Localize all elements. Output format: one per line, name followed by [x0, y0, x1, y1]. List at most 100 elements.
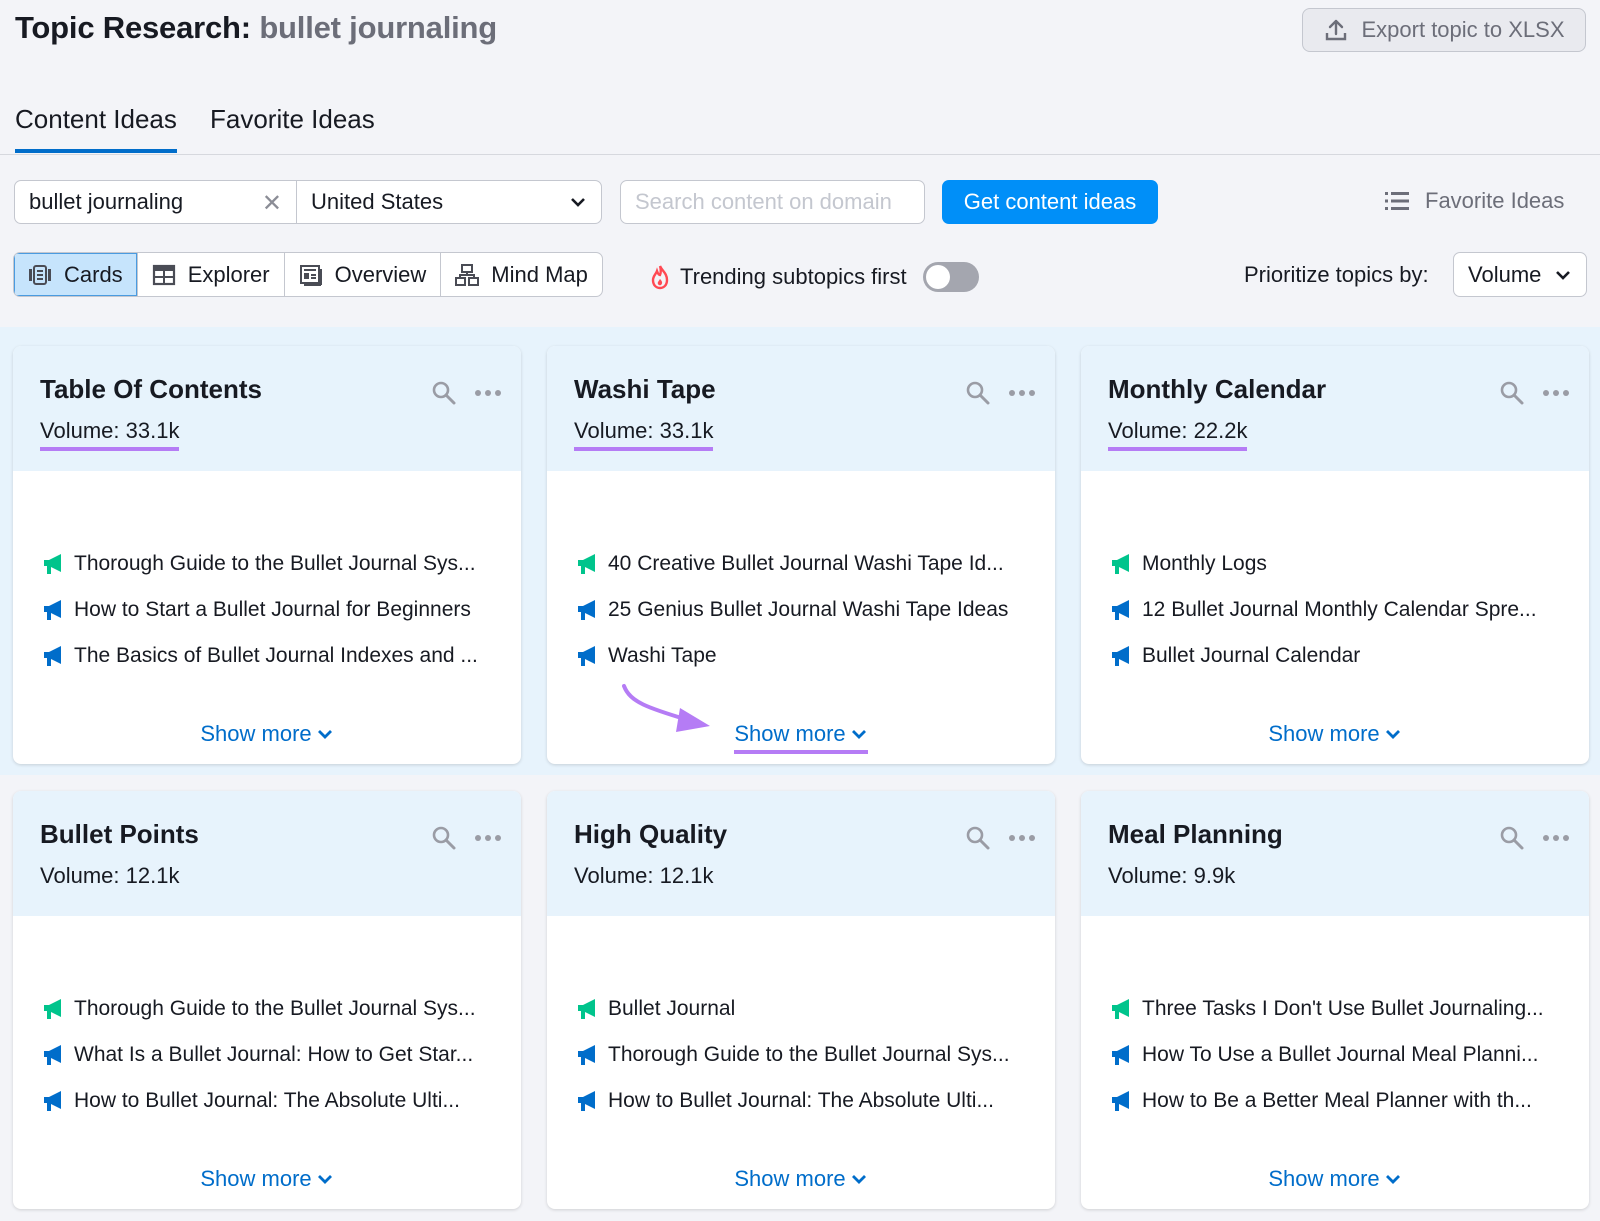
- megaphone-icon: [44, 1091, 61, 1111]
- topic-card: Table Of Contents Volume: 33.1k Thorough…: [13, 346, 521, 764]
- show-more-link[interactable]: Show more: [13, 1166, 521, 1195]
- card-title: Table Of Contents: [40, 374, 262, 404]
- content-idea[interactable]: How to Bullet Journal: The Absolute Ulti…: [42, 1078, 476, 1124]
- page-title-prefix: Topic Research:: [15, 10, 251, 45]
- card-volume: Volume: 9.9k: [1108, 863, 1235, 892]
- megaphone-icon: [44, 600, 61, 620]
- page-title-keyword: bullet journaling: [259, 10, 498, 45]
- content-idea[interactable]: How to Bullet Journal: The Absolute Ulti…: [576, 1078, 1010, 1124]
- clear-icon[interactable]: ✕: [262, 189, 282, 218]
- more-options-icon[interactable]: [1009, 835, 1035, 841]
- prioritize-label: Prioritize topics by:: [1244, 262, 1429, 287]
- content-idea[interactable]: Washi Tape: [576, 633, 1008, 679]
- content-idea-text: Thorough Guide to the Bullet Journal Sys…: [74, 997, 476, 1020]
- content-idea[interactable]: How to Be a Better Meal Planner with th.…: [1110, 1078, 1544, 1124]
- page-title: Topic Research: bullet journaling: [15, 10, 497, 46]
- content-idea[interactable]: Monthly Logs: [1110, 541, 1537, 587]
- content-idea[interactable]: Thorough Guide to the Bullet Journal Sys…: [576, 1032, 1010, 1078]
- megaphone-icon: [44, 646, 61, 666]
- content-idea[interactable]: Thorough Guide to the Bullet Journal Sys…: [42, 541, 478, 587]
- get-content-ideas-button[interactable]: Get content ideas: [942, 180, 1158, 224]
- view-mind-map-button[interactable]: Mind Map: [441, 253, 602, 296]
- card-header: Washi Tape Volume: 33.1k: [547, 346, 1055, 471]
- more-options-icon[interactable]: [475, 390, 501, 396]
- chevron-down-icon: [851, 730, 866, 739]
- megaphone-icon: [1112, 999, 1129, 1019]
- view-explorer-button[interactable]: Explorer: [138, 253, 285, 296]
- view-mind-map-label: Mind Map: [491, 261, 588, 287]
- content-idea-text: How To Use a Bullet Journal Meal Planni.…: [1142, 1043, 1539, 1066]
- favorite-ideas-link[interactable]: Favorite Ideas: [1385, 188, 1564, 214]
- tab-content-ideas[interactable]: Content Ideas: [15, 104, 177, 153]
- content-ideas-list: Monthly Logs 12 Bullet Journal Monthly C…: [1110, 541, 1537, 679]
- content-idea[interactable]: 40 Creative Bullet Journal Washi Tape Id…: [576, 541, 1008, 587]
- search-icon[interactable]: [431, 825, 457, 851]
- megaphone-icon: [578, 999, 595, 1019]
- content-idea-text: 25 Genius Bullet Journal Washi Tape Idea…: [608, 598, 1009, 621]
- tab-favorite-ideas[interactable]: Favorite Ideas: [210, 104, 375, 149]
- view-overview-label: Overview: [334, 261, 427, 287]
- content-idea[interactable]: Three Tasks I Don't Use Bullet Journalin…: [1110, 986, 1544, 1032]
- show-more-label: Show more: [200, 1166, 312, 1191]
- content-idea[interactable]: 25 Genius Bullet Journal Washi Tape Idea…: [576, 587, 1008, 633]
- domain-search-input[interactable]: [620, 180, 925, 224]
- search-icon[interactable]: [431, 380, 457, 406]
- content-idea[interactable]: The Basics of Bullet Journal Indexes and…: [42, 633, 478, 679]
- search-icon[interactable]: [1499, 825, 1525, 851]
- card-title: High Quality: [574, 819, 728, 849]
- volume-label: Volume:: [574, 863, 654, 888]
- card-volume: Volume: 33.1k: [40, 418, 180, 451]
- content-idea[interactable]: Thorough Guide to the Bullet Journal Sys…: [42, 986, 476, 1032]
- more-options-icon[interactable]: [1543, 835, 1569, 841]
- show-more-link[interactable]: Show more: [13, 721, 521, 750]
- content-idea[interactable]: Bullet Journal: [576, 986, 1010, 1032]
- annotation-arrow: [622, 684, 710, 732]
- card-title: Monthly Calendar: [1108, 374, 1327, 404]
- view-cards-button[interactable]: Cards: [14, 253, 138, 296]
- card-volume: Volume: 12.1k: [40, 863, 179, 892]
- content-ideas-list: 40 Creative Bullet Journal Washi Tape Id…: [576, 541, 1008, 679]
- country-select[interactable]: United States: [297, 181, 601, 223]
- megaphone-icon: [578, 1091, 595, 1111]
- overview-icon: [299, 264, 322, 286]
- search-icon[interactable]: [965, 380, 991, 406]
- view-overview-button[interactable]: Overview: [285, 253, 442, 296]
- topic-input[interactable]: [29, 189, 259, 215]
- export-xlsx-button[interactable]: Export topic to XLSX: [1302, 8, 1586, 52]
- megaphone-icon: [578, 554, 595, 574]
- show-more-link[interactable]: Show more: [547, 1166, 1055, 1195]
- content-idea[interactable]: Bullet Journal Calendar: [1110, 633, 1537, 679]
- content-idea[interactable]: How To Use a Bullet Journal Meal Planni.…: [1110, 1032, 1544, 1078]
- content-idea-text: What Is a Bullet Journal: How to Get Sta…: [74, 1043, 474, 1066]
- card-volume: Volume: 12.1k: [574, 863, 713, 892]
- search-icon[interactable]: [965, 825, 991, 851]
- content-idea-text: How to Bullet Journal: The Absolute Ulti…: [608, 1089, 994, 1112]
- content-idea-text: 12 Bullet Journal Monthly Calendar Spre.…: [1142, 598, 1537, 621]
- show-more-label: Show more: [200, 721, 312, 746]
- flame-icon: [651, 265, 669, 290]
- volume-label: Volume:: [574, 418, 654, 443]
- chevron-down-icon: [317, 730, 332, 739]
- content-idea-text: How to Bullet Journal: The Absolute Ulti…: [74, 1089, 460, 1112]
- content-idea-text: Thorough Guide to the Bullet Journal Sys…: [608, 1043, 1010, 1066]
- content-idea[interactable]: What Is a Bullet Journal: How to Get Sta…: [42, 1032, 476, 1078]
- view-switcher: Cards Explorer Overview Mind Map: [13, 252, 603, 297]
- show-more-link[interactable]: Show more: [1081, 721, 1589, 750]
- volume-label: Volume:: [1108, 418, 1188, 443]
- trending-toggle[interactable]: [922, 262, 979, 292]
- volume-value: 12.1k: [659, 863, 714, 888]
- prioritize-select[interactable]: Volume: [1453, 252, 1587, 297]
- show-more-link[interactable]: Show more: [1081, 1166, 1589, 1195]
- content-ideas-list: Thorough Guide to the Bullet Journal Sys…: [42, 986, 476, 1124]
- content-idea[interactable]: How to Start a Bullet Journal for Beginn…: [42, 587, 478, 633]
- more-options-icon[interactable]: [475, 835, 501, 841]
- content-idea[interactable]: 12 Bullet Journal Monthly Calendar Spre.…: [1110, 587, 1537, 633]
- more-options-icon[interactable]: [1543, 390, 1569, 396]
- card-header: Meal Planning Volume: 9.9k: [1081, 791, 1589, 916]
- more-options-icon[interactable]: [1009, 390, 1035, 396]
- search-icon[interactable]: [1499, 380, 1525, 406]
- cards-icon: [29, 264, 51, 285]
- volume-value: 12.1k: [125, 863, 180, 888]
- megaphone-icon: [578, 1045, 595, 1065]
- trending-subtopics: Trending subtopics first: [650, 262, 979, 292]
